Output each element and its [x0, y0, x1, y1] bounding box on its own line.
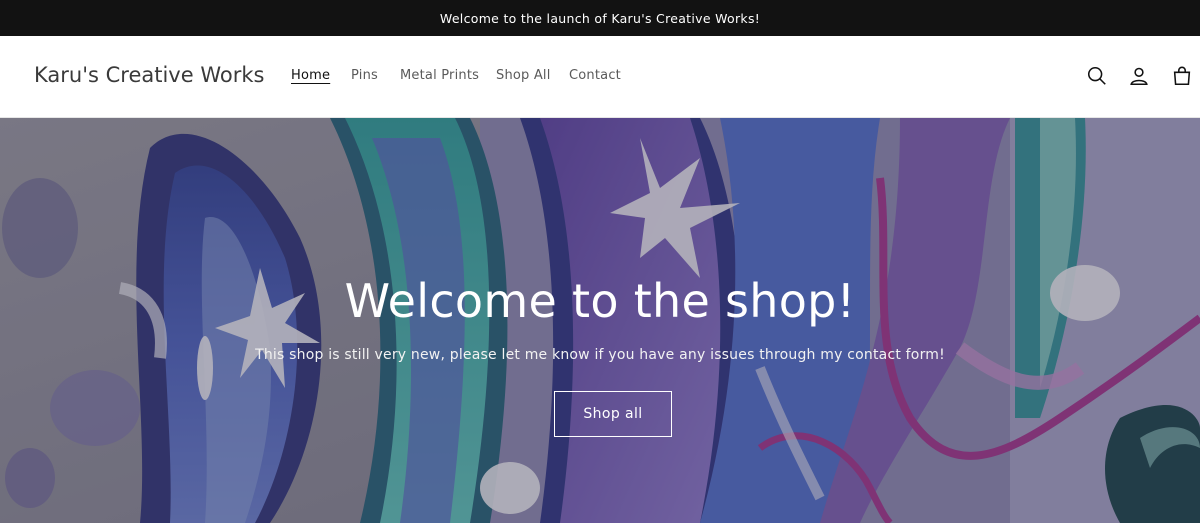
nav-item-home[interactable]: Home: [291, 68, 330, 83]
hero-title: Welcome to the shop!: [344, 274, 856, 328]
announcement-text: Welcome to the launch of Karu's Creative…: [439, 10, 761, 26]
nav-item-pins[interactable]: Pins: [351, 68, 378, 83]
shop-all-button[interactable]: Shop all: [554, 391, 672, 437]
hero-banner: Welcome to the shop! This shop is still …: [0, 118, 1200, 523]
account-icon[interactable]: [1127, 64, 1151, 88]
search-icon[interactable]: [1085, 64, 1109, 88]
nav-item-shop-all[interactable]: Shop All: [496, 68, 551, 83]
site-header: Karu's Creative Works Home Pins Metal Pr…: [0, 36, 1200, 118]
site-logo[interactable]: Karu's Creative Works: [34, 63, 264, 87]
announcement-bar: Welcome to the launch of Karu's Creative…: [0, 0, 1200, 36]
nav-item-contact[interactable]: Contact: [569, 68, 621, 83]
nav-item-metal-prints[interactable]: Metal Prints: [400, 68, 479, 83]
hero-subtitle: This shop is still very new, please let …: [255, 347, 945, 363]
cart-icon[interactable]: [1170, 64, 1194, 88]
